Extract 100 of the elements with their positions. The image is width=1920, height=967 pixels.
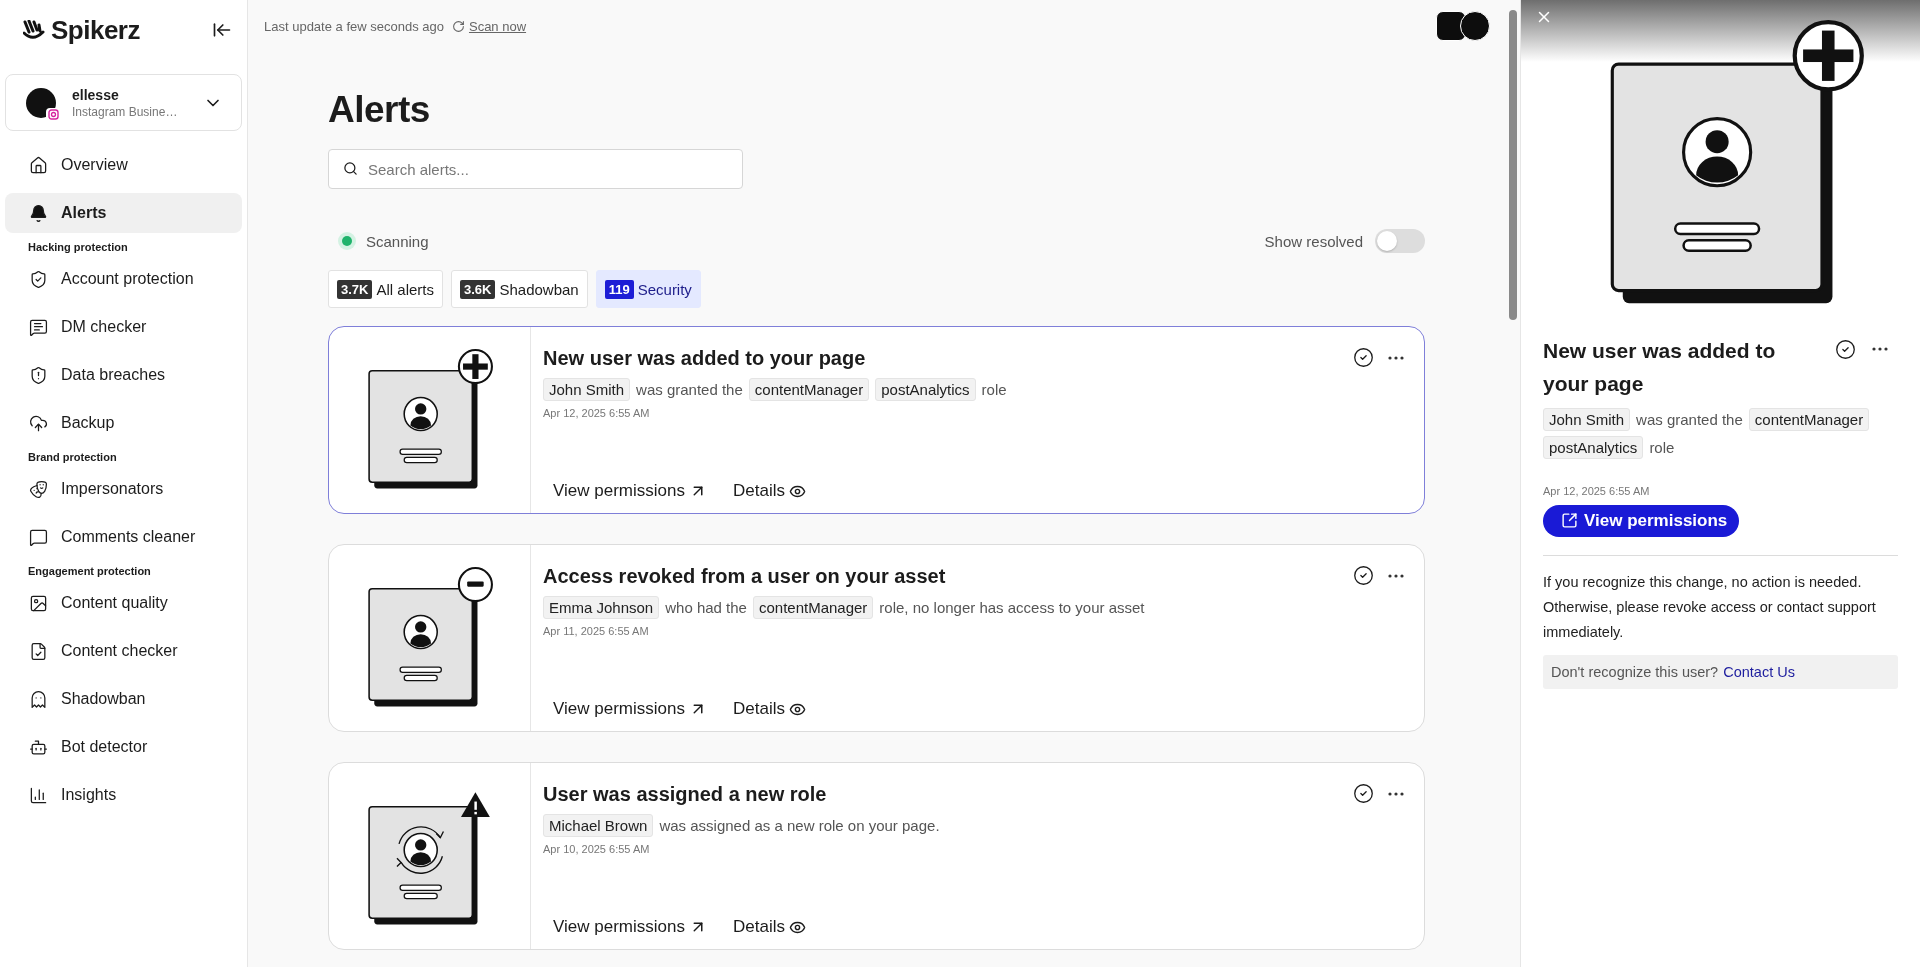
nav-item[interactable]: Backup — [5, 403, 242, 443]
description-text: who had the — [665, 599, 747, 616]
section-heading: Brand protection — [27, 451, 118, 463]
more-button[interactable] — [1872, 347, 1888, 352]
resolve-button[interactable] — [1353, 565, 1374, 586]
page-title: Alerts — [328, 89, 431, 131]
info-text: If you recognize this change, no action is needed. Otherwise, please revoke access or contact support immediately. — [1543, 572, 1877, 642]
chat-icon — [29, 317, 48, 337]
details-link[interactable]: Details — [732, 481, 806, 501]
more-button[interactable] — [1388, 791, 1404, 796]
name-tag: Michael Brown — [543, 814, 654, 837]
view-permissions-link[interactable]: View permissions — [553, 699, 707, 719]
view-permissions-link[interactable]: View permissions — [553, 917, 707, 937]
show-resolved-toggle[interactable] — [1375, 229, 1425, 253]
filter-label: Shadowban — [499, 280, 579, 298]
name-tag: Emma Johnson — [543, 596, 660, 619]
alert-date: Apr 11, 2025 6:55 AM — [543, 625, 650, 637]
alert-date: Apr 12, 2025 6:55 AM — [543, 407, 651, 419]
nav-item[interactable]: Shadowban — [5, 679, 242, 719]
nav-item[interactable]: Impersonators — [5, 469, 242, 509]
account-avatar[interactable] — [1436, 11, 1466, 41]
more-button[interactable] — [1388, 573, 1404, 578]
nav-item[interactable]: Account protection — [5, 259, 242, 299]
scrollbar[interactable] — [1509, 10, 1517, 320]
name-tag: postAnalytics — [875, 378, 976, 401]
search-field[interactable]: Search alerts... — [328, 149, 743, 189]
collapse-sidebar-button[interactable] — [212, 20, 232, 40]
alert-card[interactable]: Access revoked from a user on your asset Emma Johnson who had the contentManager role, no longer has access to your asset Apr 11, 2025 6:55 AM View permissions Details — [328, 544, 1425, 732]
description-text: was granted the — [636, 381, 743, 398]
check-circle-icon — [1835, 338, 1856, 360]
shield-icon — [29, 269, 48, 289]
account-name: ellesse — [72, 86, 120, 103]
filter-label: All alerts — [376, 280, 434, 298]
name-tag: John Smith — [1543, 407, 1631, 431]
image-icon — [29, 593, 48, 613]
comment-icon — [29, 527, 48, 547]
instagram-icon — [46, 107, 60, 122]
filter-label: Security — [637, 280, 692, 298]
resolve-button[interactable] — [1353, 783, 1374, 804]
more-button[interactable] — [1388, 355, 1404, 360]
nav-item[interactable]: DM checker — [5, 307, 242, 347]
contact-us-link[interactable]: Contact Us — [1723, 663, 1795, 680]
name-tag: postAnalytics — [1543, 435, 1644, 459]
account-avatar[interactable] — [1460, 11, 1490, 41]
logo-text: Spikerz — [51, 14, 140, 46]
check-circle-icon — [1353, 347, 1374, 368]
nav-item[interactable]: Insights — [5, 775, 242, 815]
account-type: Instagram Busine… — [72, 104, 179, 119]
last-update-text: Last update a few seconds ago — [264, 18, 444, 34]
scan-now-link[interactable]: Scan now — [451, 18, 527, 34]
alert-date: Apr 10, 2025 6:55 AM — [543, 843, 651, 855]
nav-item[interactable]: Content quality — [5, 583, 242, 623]
refresh-icon — [451, 19, 465, 33]
scanning-label: Scanning — [366, 232, 429, 250]
filter-tab[interactable]: 3.6K Shadowban — [451, 270, 588, 308]
more-icon — [1872, 347, 1888, 352]
masks-icon — [29, 479, 48, 499]
nav-item[interactable]: Overview — [5, 145, 242, 185]
description-text: role — [1649, 438, 1675, 456]
nav-item[interactable]: Content checker — [5, 631, 242, 671]
view-permissions-link[interactable]: View permissions — [553, 481, 707, 501]
nav-item[interactable]: Data breaches — [5, 355, 242, 395]
name-tag: John Smith — [543, 378, 631, 401]
check-circle-icon — [1353, 783, 1374, 804]
count-badge: 3.6K — [460, 279, 496, 299]
resolve-button[interactable] — [1353, 347, 1374, 368]
logo-icon — [23, 20, 45, 40]
account-switcher[interactable]: ellesse Instagram Busine… — [5, 74, 242, 131]
cloud-upload-icon — [29, 413, 48, 433]
count-badge: 3.7K — [337, 279, 373, 299]
search-icon — [343, 161, 358, 176]
more-icon — [1388, 791, 1404, 796]
account-avatar — [26, 87, 56, 118]
alert-card[interactable]: New user was added to your page John Smith was granted the contentManager postAnalytics role Apr 12, 2025 6:55 AM View permissions Details — [328, 326, 1425, 514]
alert-title: User was assigned a new role — [543, 783, 827, 806]
filter-tab[interactable]: 3.7K All alerts — [328, 270, 443, 308]
description-text: role — [981, 381, 1007, 398]
nav-item[interactable]: Bot detector — [5, 727, 242, 767]
nav-item[interactable]: Comments cleaner — [5, 517, 242, 557]
resolve-button[interactable] — [1835, 338, 1856, 360]
name-tag: contentManager — [752, 596, 874, 619]
checklist-icon — [29, 641, 48, 661]
check-circle-icon — [1353, 565, 1374, 586]
collapse-icon — [212, 20, 232, 40]
toggle-label: Show resolved — [1264, 232, 1363, 250]
details-link[interactable]: Details — [732, 699, 806, 719]
bell-icon — [29, 203, 48, 223]
count-badge: 119 — [604, 279, 634, 299]
view-permissions-button[interactable]: View permissions — [1543, 504, 1740, 537]
help-text: Don't recognize this user? — [1551, 663, 1719, 680]
nav-item[interactable]: Alerts — [5, 193, 242, 233]
alert-card[interactable]: User was assigned a new role Michael Brown was assigned as a new role on your page. Apr 10, 2025 6:55 AM View permissions Details — [328, 762, 1425, 950]
alert-title: Access revoked from a user on your asset — [543, 565, 946, 588]
section-heading: Hacking protection — [27, 241, 129, 253]
filter-tab[interactable]: 119 Security — [595, 270, 701, 308]
home-icon — [29, 155, 48, 175]
description-text: was assigned as a new role on your page. — [659, 817, 940, 834]
details-link[interactable]: Details — [732, 917, 806, 937]
external-link-icon — [1561, 512, 1578, 530]
name-tag: contentManager — [748, 378, 870, 401]
